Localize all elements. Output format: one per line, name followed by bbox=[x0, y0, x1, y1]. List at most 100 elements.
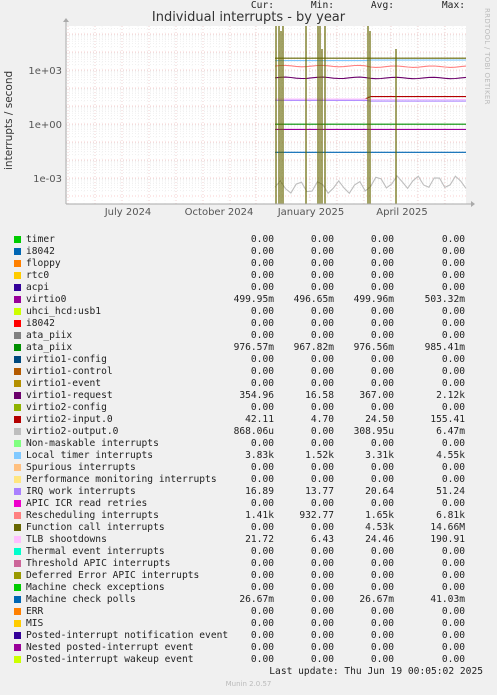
legend-value-min: 0.00 bbox=[310, 366, 334, 377]
legend-value-max: 0.00 bbox=[441, 270, 465, 281]
legend-swatch bbox=[14, 308, 21, 315]
legend-value-avg: 0.00 bbox=[370, 402, 394, 413]
legend-value-avg: 0.00 bbox=[370, 246, 394, 257]
legend-value-max: 0.00 bbox=[441, 570, 465, 581]
legend-value-cur: 0.00 bbox=[250, 522, 274, 533]
legend-swatch bbox=[14, 248, 21, 255]
legend-label: Performance monitoring interrupts bbox=[26, 474, 217, 485]
legend-row: Spurious interrupts 0.00 0.00 0.00 0.00 bbox=[14, 462, 494, 474]
legend-swatch bbox=[14, 536, 21, 543]
legend-label: virtio2-output.0 bbox=[26, 426, 119, 437]
legend-label: APIC ICR read retries bbox=[26, 498, 148, 509]
legend-value-avg: 4.53k bbox=[365, 522, 394, 533]
legend-value-max: 0.00 bbox=[441, 234, 465, 245]
legend-value-cur: 16.89 bbox=[245, 486, 274, 497]
legend-value-min: 0.00 bbox=[310, 606, 334, 617]
legend-label: Deferred Error APIC interrupts bbox=[26, 570, 200, 581]
legend-value-min: 0.00 bbox=[310, 546, 334, 557]
legend-value-cur: 0.00 bbox=[250, 438, 274, 449]
legend-swatch bbox=[14, 296, 21, 303]
legend-row: Non-maskable interrupts 0.00 0.00 0.00 0.00 bbox=[14, 438, 494, 450]
legend-value-avg: 24.50 bbox=[365, 414, 394, 425]
legend-value-avg: 0.00 bbox=[370, 642, 394, 653]
legend-value-max: 0.00 bbox=[441, 330, 465, 341]
legend-row: floppy 0.00 0.00 0.00 0.00 bbox=[14, 258, 494, 270]
legend-value-max: 0.00 bbox=[441, 306, 465, 317]
legend-swatch bbox=[14, 368, 21, 375]
legend-value-avg: 0.00 bbox=[370, 378, 394, 389]
legend-value-min: 967.82m bbox=[293, 342, 334, 353]
legend-swatch bbox=[14, 512, 21, 519]
legend-value-cur: 0.00 bbox=[250, 618, 274, 629]
legend-label: virtio1-config bbox=[26, 354, 107, 365]
legend-label: virtio1-request bbox=[26, 390, 113, 401]
legend-value-min: 0.00 bbox=[310, 618, 334, 629]
legend-value-avg: 308.95u bbox=[353, 426, 394, 437]
legend-row: i8042 0.00 0.00 0.00 0.00 bbox=[14, 246, 494, 258]
legend-value-min: 13.77 bbox=[305, 486, 334, 497]
legend-value-cur: 976.57m bbox=[233, 342, 274, 353]
legend-row: Local timer interrupts 3.83k 1.52k 3.31k 4.5… bbox=[14, 450, 494, 462]
legend-value-min: 4.70 bbox=[310, 414, 334, 425]
legend-row: i8042 0.00 0.00 0.00 0.00 bbox=[14, 318, 494, 330]
legend-label: virtio0 bbox=[26, 294, 67, 305]
legend-row: virtio2-config 0.00 0.00 0.00 0.00 bbox=[14, 402, 494, 414]
legend-label: Posted-interrupt wakeup event bbox=[26, 654, 194, 665]
legend-swatch bbox=[14, 644, 21, 651]
legend-label: floppy bbox=[26, 258, 61, 269]
legend-value-min: 0.00 bbox=[310, 630, 334, 641]
legend-label: Rescheduling interrupts bbox=[26, 510, 159, 521]
legend-row: virtio0 499.95m 496.65m 499.96m 503.32m bbox=[14, 294, 494, 306]
legend-label: Spurious interrupts bbox=[26, 462, 136, 473]
legend-value-min: 0.00 bbox=[310, 234, 334, 245]
legend-value-cur: 354.96 bbox=[239, 390, 274, 401]
x-tick-label: April 2025 bbox=[376, 207, 427, 218]
legend-swatch bbox=[14, 236, 21, 243]
y-tick-label: 1e-03 bbox=[33, 174, 62, 185]
legend-value-avg: 0.00 bbox=[370, 258, 394, 269]
legend-row: MIS 0.00 0.00 0.00 0.00 bbox=[14, 618, 494, 630]
y-tick-label: 1e+00 bbox=[28, 120, 62, 131]
legend-value-avg: 0.00 bbox=[370, 606, 394, 617]
legend-swatch bbox=[14, 548, 21, 555]
chart-plot: 1e+03 1e+00 1e-03 July 2024 October 2024 Janu… bbox=[28, 18, 475, 218]
y-tick-label: 1e+03 bbox=[28, 66, 62, 77]
legend-row: TLB shootdowns 21.72 6.43 24.46 190.91 bbox=[14, 534, 494, 546]
legend-value-cur: 0.00 bbox=[250, 498, 274, 509]
legend-value-min: 0.00 bbox=[310, 402, 334, 413]
legend-swatch bbox=[14, 596, 21, 603]
legend-value-cur: 0.00 bbox=[250, 642, 274, 653]
legend-row: timer 0.00 0.00 0.00 0.00 bbox=[14, 234, 494, 246]
legend-value-avg: 499.96m bbox=[353, 294, 394, 305]
legend-swatch bbox=[14, 404, 21, 411]
legend-label: i8042 bbox=[26, 318, 55, 329]
legend-value-max: 0.00 bbox=[441, 582, 465, 593]
legend-value-min: 0.00 bbox=[310, 258, 334, 269]
legend-row: virtio2-output.0 868.06u 0.00 308.95u 6.47m bbox=[14, 426, 494, 438]
legend-value-min: 0.00 bbox=[310, 498, 334, 509]
legend-label: virtio1-event bbox=[26, 378, 102, 389]
legend-label: ata_piix bbox=[26, 330, 73, 341]
legend-value-avg: 0.00 bbox=[370, 474, 394, 485]
legend-value-avg: 26.67m bbox=[359, 594, 394, 605]
legend-value-avg: 0.00 bbox=[370, 570, 394, 581]
legend-label: rtc0 bbox=[26, 270, 50, 281]
legend-swatch bbox=[14, 524, 21, 531]
legend-value-avg: 24.46 bbox=[365, 534, 394, 545]
legend-value-max: 0.00 bbox=[441, 282, 465, 293]
legend-value-max: 0.00 bbox=[441, 642, 465, 653]
legend-value-max: 0.00 bbox=[441, 462, 465, 473]
legend-value-cur: 0.00 bbox=[250, 474, 274, 485]
legend-swatch bbox=[14, 440, 21, 447]
legend-swatch bbox=[14, 452, 21, 459]
legend-value-max: 0.00 bbox=[441, 654, 465, 665]
legend-label: acpi bbox=[26, 282, 50, 293]
legend-label: Non-maskable interrupts bbox=[26, 438, 159, 449]
legend-value-min: 0.00 bbox=[310, 270, 334, 281]
legend-value-min: 0.00 bbox=[310, 522, 334, 533]
legend-value-max: 0.00 bbox=[441, 378, 465, 389]
legend-label: Threshold APIC interrupts bbox=[26, 558, 171, 569]
x-tick-label: October 2024 bbox=[185, 207, 254, 218]
legend-value-max: 0.00 bbox=[441, 498, 465, 509]
legend-row: Machine check exceptions 0.00 0.00 0.00 0.00 bbox=[14, 582, 494, 594]
